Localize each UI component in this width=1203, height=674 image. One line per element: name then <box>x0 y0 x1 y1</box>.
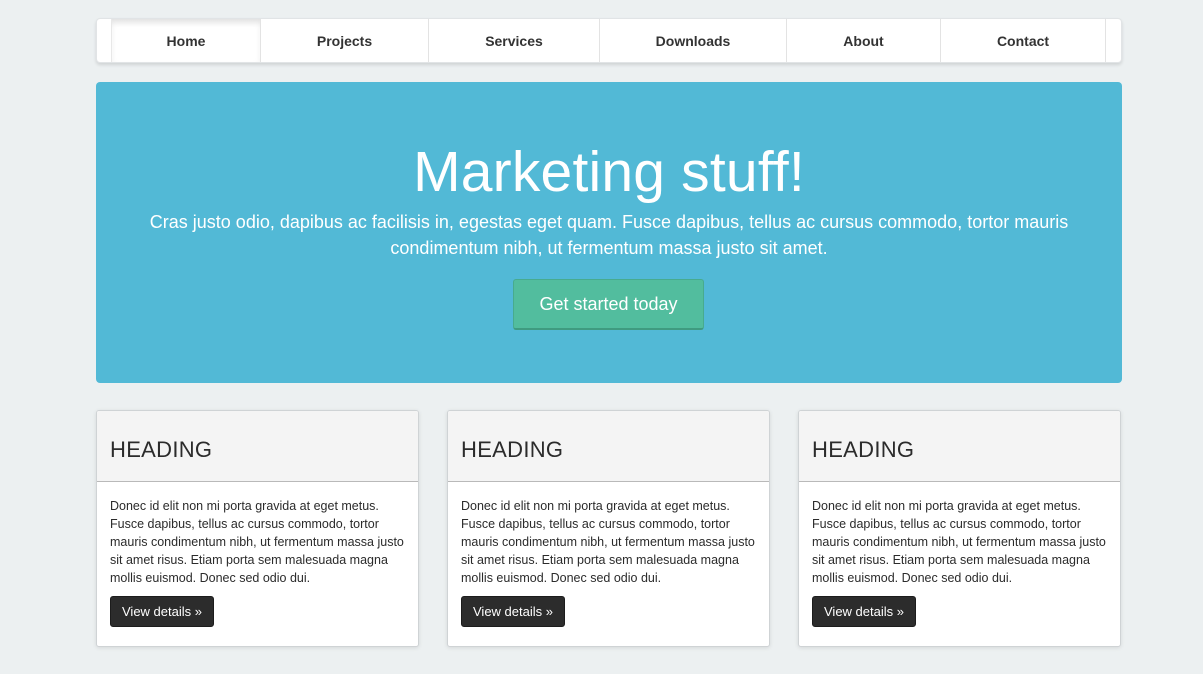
card-text: Donec id elit non mi porta gravida at eg… <box>461 499 755 585</box>
hero-text: Cras justo odio, dapibus ac facilisis in… <box>149 212 1069 258</box>
card-text: Donec id elit non mi porta gravida at eg… <box>110 499 404 585</box>
nav-item-downloads[interactable]: Downloads <box>600 19 787 62</box>
get-started-button[interactable]: Get started today <box>513 279 704 330</box>
view-details-button[interactable]: View details » <box>110 596 214 627</box>
card-header: HEADING <box>97 411 418 482</box>
nav-item-about[interactable]: About <box>787 19 941 62</box>
card-header: HEADING <box>448 411 769 482</box>
card-heading: HEADING <box>110 437 213 462</box>
nav-item-contact[interactable]: Contact <box>941 19 1106 62</box>
card-body: Donec id elit non mi porta gravida at eg… <box>799 482 1120 627</box>
card-body: Donec id elit non mi porta gravida at eg… <box>448 482 769 627</box>
feature-card: HEADING Donec id elit non mi porta gravi… <box>447 410 770 647</box>
hero-title: Marketing stuff! <box>413 140 805 204</box>
card-body: Donec id elit non mi porta gravida at eg… <box>97 482 418 627</box>
card-heading: HEADING <box>461 437 564 462</box>
main-nav: Home Projects Services Downloads About C… <box>96 18 1122 63</box>
feature-card: HEADING Donec id elit non mi porta gravi… <box>798 410 1121 647</box>
nav-item-services[interactable]: Services <box>429 19 600 62</box>
view-details-button[interactable]: View details » <box>812 596 916 627</box>
feature-card: HEADING Donec id elit non mi porta gravi… <box>96 410 419 647</box>
card-heading: HEADING <box>812 437 915 462</box>
hero-jumbotron: Marketing stuff! Cras justo odio, dapibu… <box>96 82 1122 383</box>
card-header: HEADING <box>799 411 1120 482</box>
view-details-button[interactable]: View details » <box>461 596 565 627</box>
nav-item-projects[interactable]: Projects <box>261 19 429 62</box>
nav-item-home[interactable]: Home <box>111 19 261 62</box>
card-text: Donec id elit non mi porta gravida at eg… <box>812 499 1106 585</box>
